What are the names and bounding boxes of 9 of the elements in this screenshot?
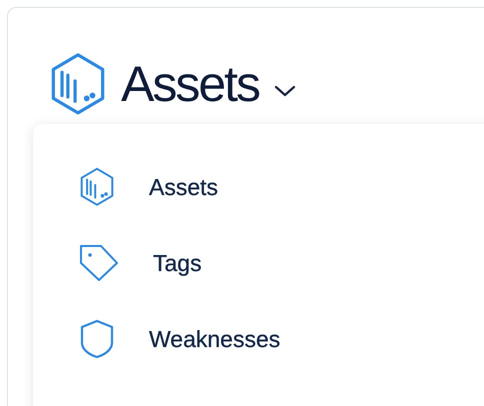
cube-icon xyxy=(79,167,115,207)
cube-icon xyxy=(49,52,107,116)
menu-item[interactable]: Weaknesses xyxy=(33,320,484,358)
menu-item[interactable]: Tags xyxy=(33,244,484,282)
menu-item[interactable]: Assets xyxy=(33,168,484,206)
shield-icon xyxy=(79,319,115,359)
tag-icon xyxy=(79,244,119,282)
page-title: Assets xyxy=(121,59,260,109)
chevron-down-icon[interactable] xyxy=(273,84,298,98)
